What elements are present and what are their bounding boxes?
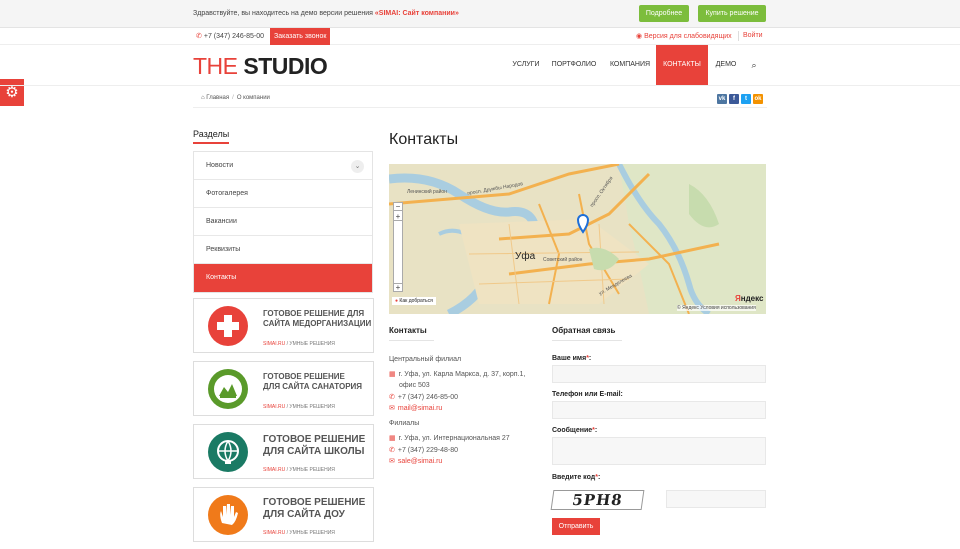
- name-label: Ваше имя*:: [552, 355, 592, 362]
- nav-services[interactable]: УСЛУГИ: [506, 45, 546, 85]
- sidebar-menu: Новости ⌄ Фотогалерея Вакансии Реквизиты…: [193, 151, 373, 293]
- accessibility-link[interactable]: ◉ Версия для слабовидящих: [636, 32, 732, 40]
- phone-icon: ✆: [389, 447, 395, 454]
- login-link[interactable]: Войти: [743, 32, 763, 39]
- chevron-down-icon[interactable]: ⌄: [351, 160, 364, 173]
- branch-central-phone: ✆ +7 (347) 246-85-00: [389, 394, 459, 401]
- banner-title: ГОТОВОЕ РЕШЕНИЕ ДЛЯ САЙТА ШКОЛЫ: [263, 434, 366, 457]
- top-info-bar: Здравствуйте, вы находитесь на демо верс…: [0, 0, 960, 28]
- building-icon: ▦: [389, 371, 396, 378]
- site-logo[interactable]: THE STUDIO: [193, 53, 328, 80]
- header-divider: [0, 85, 960, 86]
- banner-footer: SIMAI.RU / УМНЫЕ РЕШЕНИЯ: [263, 341, 335, 347]
- map-pin-icon: ●: [395, 298, 399, 304]
- search-icon[interactable]: ⌕: [744, 45, 764, 85]
- name-input[interactable]: [552, 365, 766, 383]
- demo-message: Здравствуйте, вы находитесь на демо верс…: [193, 10, 459, 17]
- sidebar-item-requisites[interactable]: Реквизиты: [194, 236, 372, 264]
- gear-icon: ⚙: [5, 84, 19, 101]
- contact-bar: ✆ +7 (347) 246-85-00 Заказать звонок ◉ Ве…: [0, 28, 960, 45]
- vk-share-icon[interactable]: vk: [717, 94, 727, 104]
- twitter-share-icon[interactable]: t: [741, 94, 751, 104]
- branch-central-title: Центральный филиал: [389, 356, 462, 363]
- branch-central-email[interactable]: ✉ mail@simai.ru: [389, 403, 442, 414]
- home-icon: ⌂: [201, 95, 205, 101]
- banner-sanatorium[interactable]: ГОТОВОЕ РЕШЕНИЕ ДЛЯ САЙТА САНАТОРИЯ SIMA…: [193, 361, 374, 416]
- heading-underline: [389, 340, 434, 341]
- contact-label: Телефон или E-mail:: [552, 391, 623, 398]
- facebook-share-icon[interactable]: f: [729, 94, 739, 104]
- banner-school[interactable]: ГОТОВОЕ РЕШЕНИЕ ДЛЯ САЙТА ШКОЛЫ SIMAI.RU…: [193, 424, 374, 479]
- phone-icon: ✆: [389, 394, 395, 401]
- buy-solution-button[interactable]: Купить решение: [698, 5, 766, 22]
- map-district-label: Ленинский район: [407, 189, 447, 195]
- phone-icon: ✆: [196, 33, 202, 40]
- banner-kindergarten[interactable]: ГОТОВОЕ РЕШЕНИЕ ДЛЯ САЙТА ДОУ SIMAI.RU /…: [193, 487, 374, 542]
- sanatorium-icon: [208, 369, 248, 409]
- map-city-label: Уфа: [515, 251, 536, 262]
- zoom-out-button[interactable]: −: [394, 203, 402, 211]
- branch-other-title: Филиалы: [389, 420, 420, 427]
- hand-icon: [208, 495, 248, 535]
- medical-cross-icon: [208, 306, 248, 346]
- divider: [738, 31, 739, 41]
- branch-other-address: ▦ г. Уфа, ул. Интернациональная 27: [389, 435, 510, 442]
- yandex-logo[interactable]: Яндекс: [735, 294, 763, 303]
- sidebar-title-underline: [193, 142, 229, 144]
- odnoklassniki-share-icon[interactable]: ok: [753, 94, 763, 104]
- settings-button[interactable]: ⚙: [0, 79, 24, 106]
- captcha-input[interactable]: [666, 490, 766, 508]
- breadcrumb: ⌂ Главная / О компании vk f t ok: [193, 90, 767, 108]
- breadcrumb-home[interactable]: Главная: [206, 95, 229, 101]
- feedback-heading: Обратная связь: [552, 326, 616, 335]
- message-textarea[interactable]: [552, 437, 766, 465]
- banner-medical[interactable]: ГОТОВОЕ РЕШЕНИЕ ДЛЯ САЙТА МЕДОРГАНИЗАЦИИ…: [193, 298, 374, 353]
- eye-icon: ◉: [636, 33, 643, 40]
- branch-other-email[interactable]: ✉ sale@simai.ru: [389, 456, 442, 467]
- breadcrumb-current[interactable]: О компании: [237, 95, 270, 101]
- banner-footer: SIMAI.RU / УМНЫЕ РЕШЕНИЯ: [263, 467, 335, 473]
- sidebar-item-gallery[interactable]: Фотогалерея: [194, 180, 372, 208]
- order-call-button[interactable]: Заказать звонок: [270, 28, 331, 45]
- heading-underline: [552, 340, 622, 341]
- zoom-in-button[interactable]: +: [394, 213, 402, 221]
- zoom-in-button-bottom[interactable]: +: [394, 283, 402, 292]
- map-image: [389, 164, 766, 314]
- mail-icon: ✉: [389, 405, 395, 412]
- banner-footer: SIMAI.RU / УМНЫЕ РЕШЕНИЯ: [263, 404, 335, 410]
- header-phone: ✆ +7 (347) 246-85-00: [196, 33, 265, 40]
- code-label: Введите код*:: [552, 474, 601, 481]
- route-button[interactable]: ● Как добраться: [392, 297, 436, 305]
- send-button[interactable]: Отправить: [552, 518, 600, 535]
- building-icon: ▦: [389, 435, 396, 442]
- demo-solution-link[interactable]: «SIMAI: Сайт компании»: [375, 10, 459, 17]
- banner-title: ГОТОВОЕ РЕШЕНИЕ ДЛЯ САЙТА САНАТОРИЯ: [263, 372, 363, 391]
- contact-input[interactable]: [552, 401, 766, 419]
- message-label: Сообщение*:: [552, 427, 598, 434]
- sidebar-item-vacancies[interactable]: Вакансии: [194, 208, 372, 236]
- nav-company[interactable]: КОМПАНИЯ: [605, 45, 655, 85]
- page-title: Контакты: [389, 131, 459, 148]
- nav-demo[interactable]: ДЕМО: [710, 45, 742, 85]
- banner-footer: SIMAI.RU / УМНЫЕ РЕШЕНИЯ: [263, 530, 335, 536]
- sidebar-item-contacts[interactable]: Контакты: [194, 264, 372, 292]
- yandex-map[interactable]: − + + Уфа просп. Дружбы Народов Ленински…: [389, 164, 766, 314]
- banner-title: ГОТОВОЕ РЕШЕНИЕ ДЛЯ САЙТА МЕДОРГАНИЗАЦИИ: [263, 309, 372, 328]
- banner-title: ГОТОВОЕ РЕШЕНИЕ ДЛЯ САЙТА ДОУ: [263, 497, 366, 520]
- globe-icon: [208, 432, 248, 472]
- map-district-label: Советский район: [543, 257, 583, 263]
- sidebar-title: Разделы: [193, 129, 230, 139]
- branch-other-phone: ✆ +7 (347) 229-48-80: [389, 447, 459, 454]
- mail-icon: ✉: [389, 458, 395, 465]
- captcha-image: 5PH8: [550, 490, 645, 510]
- branch-central-address: ▦ г. Уфа, ул. Карла Маркса, д. 37, корп.1…: [389, 371, 526, 389]
- sidebar-item-news[interactable]: Новости ⌄: [194, 152, 372, 180]
- nav-contacts[interactable]: КОНТАКТЫ: [656, 45, 708, 85]
- nav-portfolio[interactable]: ПОРТФОЛИО: [548, 45, 600, 85]
- more-button[interactable]: Подробнее: [639, 5, 689, 22]
- map-copyright[interactable]: © Яндекс Условия использования: [677, 305, 756, 311]
- contacts-heading: Контакты: [389, 326, 427, 335]
- map-zoom-control[interactable]: − + +: [393, 202, 403, 292]
